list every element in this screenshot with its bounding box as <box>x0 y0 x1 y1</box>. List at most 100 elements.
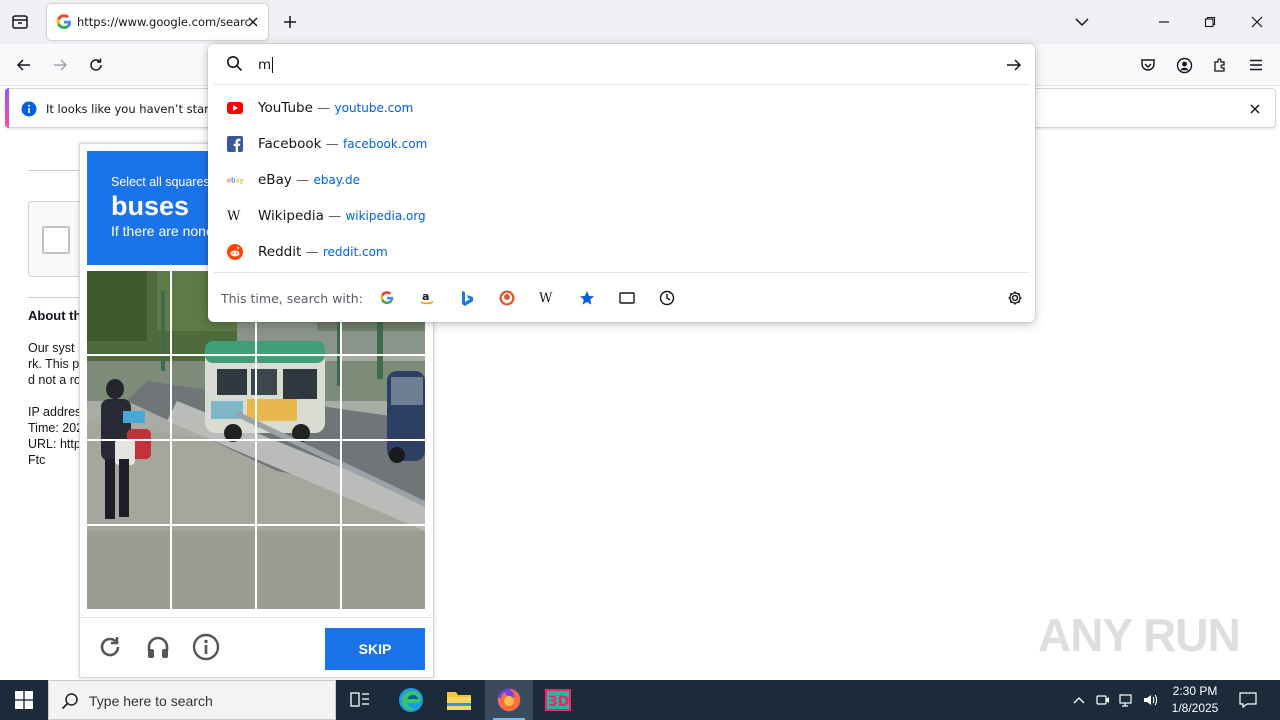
youtube-icon <box>227 102 243 114</box>
windows-taskbar: Type here to search 3D 2:30 PM 1/8/2025 <box>0 680 1280 720</box>
page-text-line: Our syst <box>28 341 75 355</box>
engine-amazon[interactable]: a <box>418 289 436 307</box>
audio-challenge-button[interactable] <box>141 630 175 664</box>
tabs-icon <box>619 292 635 304</box>
tab-close-button[interactable] <box>244 13 262 31</box>
list-all-tabs-button[interactable] <box>1072 12 1092 32</box>
tray-overflow-button[interactable] <box>1070 691 1088 709</box>
firefox-view-button[interactable] <box>6 8 34 36</box>
recaptcha-checkbox[interactable] <box>42 226 70 254</box>
close-window-button[interactable] <box>1243 8 1271 36</box>
forward-button[interactable] <box>46 52 74 78</box>
challenge-hint: If there are none <box>111 223 214 239</box>
engine-google[interactable] <box>378 289 396 307</box>
chevron-up-icon <box>1073 697 1085 704</box>
urlbar-dropdown: m YouTube — youtube.com Facebook — faceb… <box>208 44 1035 322</box>
notification-close-button[interactable] <box>1247 101 1263 117</box>
info-button[interactable] <box>189 630 223 664</box>
tab-google-search[interactable]: https://www.google.com/search <box>47 4 268 40</box>
new-tab-button[interactable] <box>280 12 300 32</box>
grid-line <box>87 354 425 356</box>
taskbar-search-box[interactable]: Type here to search <box>48 680 336 720</box>
page-text-line: d not a ro <box>28 373 81 387</box>
suggestion-facebook[interactable]: Facebook — facebook.com <box>208 126 1035 162</box>
suggestion-separator: — <box>325 137 339 152</box>
restore-button[interactable] <box>1196 8 1224 36</box>
svg-text:W: W <box>539 291 553 305</box>
suggestion-youtube[interactable]: YouTube — youtube.com <box>208 90 1035 126</box>
search-history[interactable] <box>658 289 676 307</box>
tray-meet-now[interactable] <box>1094 691 1112 709</box>
url-input-value: m <box>258 57 272 73</box>
volume-icon <box>1144 694 1158 706</box>
google-icon <box>380 291 394 305</box>
account-button[interactable] <box>1170 52 1198 78</box>
page-text-line: IP addres <box>28 405 82 419</box>
amazon-icon: a <box>420 290 434 305</box>
search-bookmarks[interactable] <box>578 289 596 307</box>
suggestion-separator: — <box>296 173 310 188</box>
taskbar-edge[interactable] <box>387 680 435 720</box>
suggestion-url: wikipedia.org <box>345 209 426 223</box>
url-input[interactable]: m <box>258 52 998 78</box>
one-off-search-label: This time, search with: <box>221 291 363 306</box>
suggestion-name: Wikipedia <box>258 208 324 224</box>
back-button[interactable] <box>10 52 38 78</box>
taskbar-firefox[interactable] <box>485 680 533 720</box>
svg-text:a: a <box>422 290 429 303</box>
about-heading: About th <box>28 308 82 323</box>
arrow-right-icon <box>1007 59 1022 71</box>
notification-icon <box>1239 692 1257 708</box>
notification-accent <box>5 88 9 128</box>
action-center-button[interactable] <box>1236 690 1260 710</box>
extensions-button[interactable] <box>1206 52 1234 78</box>
edge-icon <box>399 688 423 712</box>
search-icon <box>227 56 243 72</box>
wikipedia-icon: W <box>227 209 241 223</box>
gear-icon <box>1008 291 1022 305</box>
taskbar-clock[interactable]: 2:30 PM 1/8/2025 <box>1163 683 1227 717</box>
reload-button[interactable] <box>82 52 110 78</box>
tab-title: https://www.google.com/search <box>77 15 249 29</box>
start-button[interactable] <box>0 680 48 720</box>
app-menu-button[interactable] <box>1242 52 1270 78</box>
go-button[interactable] <box>1003 54 1025 76</box>
folder-icon <box>447 692 471 710</box>
engine-bing[interactable] <box>458 289 476 307</box>
anyrun-watermark: ANY RUN <box>1038 609 1241 661</box>
taskbar-file-explorer[interactable] <box>435 680 483 720</box>
page-text-line: Time: 202 <box>28 421 84 435</box>
suggestion-reddit[interactable]: Reddit — reddit.com <box>208 234 1035 270</box>
suggestion-separator: — <box>328 209 342 224</box>
search-settings-button[interactable] <box>1006 289 1024 307</box>
suggestion-wikipedia[interactable]: W Wikipedia — wikipedia.org <box>208 198 1035 234</box>
minimize-button[interactable] <box>1150 8 1178 36</box>
search-tabs[interactable] <box>618 289 636 307</box>
google-favicon-icon <box>56 14 71 29</box>
task-view-button[interactable] <box>336 680 384 720</box>
reload-challenge-button[interactable] <box>93 630 127 664</box>
hamburger-menu-icon <box>1250 59 1262 71</box>
reddit-icon <box>227 244 243 260</box>
meet-now-icon <box>1096 695 1109 705</box>
ebay-icon: ebay <box>227 177 243 185</box>
engine-wikipedia[interactable]: W <box>538 289 556 307</box>
close-icon <box>248 17 258 27</box>
facebook-icon <box>227 136 243 152</box>
challenge-footer: SKIP <box>80 617 433 677</box>
tab-bar: https://www.google.com/search <box>0 0 1280 44</box>
suggestion-ebay[interactable]: ebay eBay — ebay.de <box>208 162 1035 198</box>
tray-volume[interactable] <box>1142 691 1160 709</box>
tray-network[interactable] <box>1118 691 1136 709</box>
restore-icon <box>1204 16 1216 28</box>
pocket-button[interactable] <box>1134 52 1162 78</box>
taskbar-3d-app[interactable]: 3D <box>534 680 582 720</box>
arrow-left-icon <box>16 59 30 71</box>
skip-button[interactable]: SKIP <box>325 628 425 670</box>
taskbar-search-placeholder: Type here to search <box>89 693 213 709</box>
wikipedia-icon: W <box>539 291 553 305</box>
page-text-line: rk. This p <box>28 357 80 371</box>
engine-duckduckgo[interactable] <box>498 289 516 307</box>
suggestion-name: Reddit <box>258 244 302 260</box>
headphones-icon <box>147 636 169 658</box>
